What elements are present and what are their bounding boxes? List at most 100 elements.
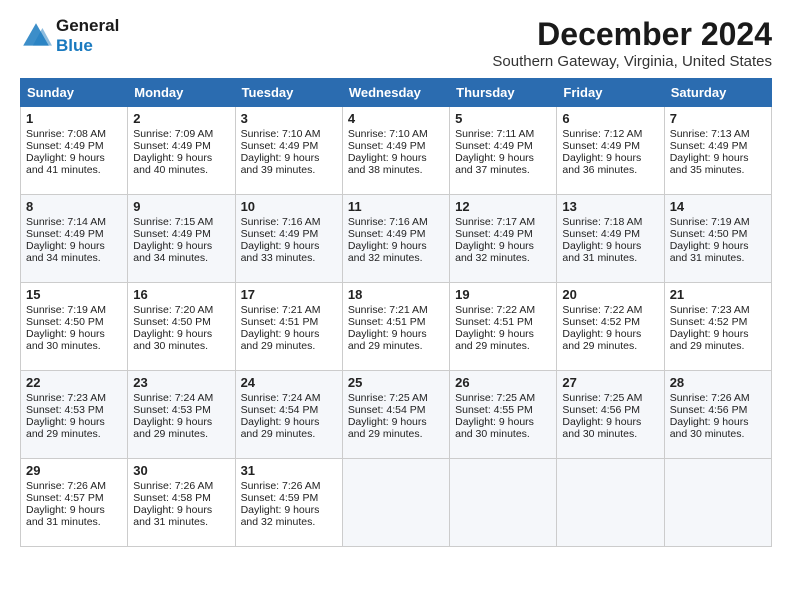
day-number: 29	[26, 463, 122, 478]
daylight-label: Daylight: 9 hours and 30 minutes.	[455, 416, 534, 440]
calendar-cell: 17 Sunrise: 7:21 AM Sunset: 4:51 PM Dayl…	[235, 283, 342, 371]
calendar-row: 15 Sunrise: 7:19 AM Sunset: 4:50 PM Dayl…	[21, 283, 772, 371]
day-number: 5	[455, 111, 551, 126]
daylight-label: Daylight: 9 hours and 31 minutes.	[562, 240, 641, 264]
page-header: General Blue December 2024 Southern Gate…	[20, 16, 772, 70]
calendar-cell: 24 Sunrise: 7:24 AM Sunset: 4:54 PM Dayl…	[235, 371, 342, 459]
sunrise-label: Sunrise: 7:26 AM	[670, 392, 750, 404]
sunset-label: Sunset: 4:52 PM	[670, 316, 748, 328]
daylight-label: Daylight: 9 hours and 31 minutes.	[670, 240, 749, 264]
title-block: December 2024 Southern Gateway, Virginia…	[492, 16, 772, 70]
sunset-label: Sunset: 4:49 PM	[562, 140, 640, 152]
day-number: 12	[455, 199, 551, 214]
calendar-row: 8 Sunrise: 7:14 AM Sunset: 4:49 PM Dayli…	[21, 195, 772, 283]
day-number: 1	[26, 111, 122, 126]
calendar-cell: 31 Sunrise: 7:26 AM Sunset: 4:59 PM Dayl…	[235, 459, 342, 547]
calendar-row: 22 Sunrise: 7:23 AM Sunset: 4:53 PM Dayl…	[21, 371, 772, 459]
sunset-label: Sunset: 4:57 PM	[26, 492, 104, 504]
daylight-label: Daylight: 9 hours and 29 minutes.	[562, 328, 641, 352]
calendar-cell: 29 Sunrise: 7:26 AM Sunset: 4:57 PM Dayl…	[21, 459, 128, 547]
sunrise-label: Sunrise: 7:25 AM	[348, 392, 428, 404]
calendar-cell: 5 Sunrise: 7:11 AM Sunset: 4:49 PM Dayli…	[450, 107, 557, 195]
sunset-label: Sunset: 4:58 PM	[133, 492, 211, 504]
sunrise-label: Sunrise: 7:23 AM	[26, 392, 106, 404]
day-number: 26	[455, 375, 551, 390]
sunset-label: Sunset: 4:54 PM	[241, 404, 319, 416]
day-number: 28	[670, 375, 766, 390]
daylight-label: Daylight: 9 hours and 30 minutes.	[133, 328, 212, 352]
sunrise-label: Sunrise: 7:18 AM	[562, 216, 642, 228]
calendar-cell: 26 Sunrise: 7:25 AM Sunset: 4:55 PM Dayl…	[450, 371, 557, 459]
calendar-cell: 16 Sunrise: 7:20 AM Sunset: 4:50 PM Dayl…	[128, 283, 235, 371]
calendar-row: 1 Sunrise: 7:08 AM Sunset: 4:49 PM Dayli…	[21, 107, 772, 195]
sunrise-label: Sunrise: 7:17 AM	[455, 216, 535, 228]
col-friday: Friday	[557, 79, 664, 107]
calendar-cell: 23 Sunrise: 7:24 AM Sunset: 4:53 PM Dayl…	[128, 371, 235, 459]
daylight-label: Daylight: 9 hours and 29 minutes.	[670, 328, 749, 352]
sunset-label: Sunset: 4:49 PM	[455, 140, 533, 152]
sunrise-label: Sunrise: 7:20 AM	[133, 304, 213, 316]
sunrise-label: Sunrise: 7:25 AM	[562, 392, 642, 404]
daylight-label: Daylight: 9 hours and 29 minutes.	[241, 328, 320, 352]
day-number: 6	[562, 111, 658, 126]
sunset-label: Sunset: 4:49 PM	[133, 140, 211, 152]
header-row: Sunday Monday Tuesday Wednesday Thursday…	[21, 79, 772, 107]
day-number: 23	[133, 375, 229, 390]
sunrise-label: Sunrise: 7:24 AM	[241, 392, 321, 404]
sunrise-label: Sunrise: 7:19 AM	[26, 304, 106, 316]
daylight-label: Daylight: 9 hours and 41 minutes.	[26, 152, 105, 176]
calendar-cell: 22 Sunrise: 7:23 AM Sunset: 4:53 PM Dayl…	[21, 371, 128, 459]
calendar-cell: 1 Sunrise: 7:08 AM Sunset: 4:49 PM Dayli…	[21, 107, 128, 195]
sunset-label: Sunset: 4:56 PM	[670, 404, 748, 416]
sunset-label: Sunset: 4:49 PM	[241, 228, 319, 240]
sunset-label: Sunset: 4:49 PM	[348, 140, 426, 152]
calendar-cell: 14 Sunrise: 7:19 AM Sunset: 4:50 PM Dayl…	[664, 195, 771, 283]
daylight-label: Daylight: 9 hours and 31 minutes.	[26, 504, 105, 528]
calendar-cell: 11 Sunrise: 7:16 AM Sunset: 4:49 PM Dayl…	[342, 195, 449, 283]
col-saturday: Saturday	[664, 79, 771, 107]
calendar-cell: 20 Sunrise: 7:22 AM Sunset: 4:52 PM Dayl…	[557, 283, 664, 371]
month-title: December 2024	[492, 16, 772, 53]
daylight-label: Daylight: 9 hours and 34 minutes.	[26, 240, 105, 264]
sunrise-label: Sunrise: 7:10 AM	[348, 128, 428, 140]
calendar-cell: 30 Sunrise: 7:26 AM Sunset: 4:58 PM Dayl…	[128, 459, 235, 547]
sunset-label: Sunset: 4:49 PM	[241, 140, 319, 152]
sunset-label: Sunset: 4:49 PM	[455, 228, 533, 240]
sunset-label: Sunset: 4:50 PM	[26, 316, 104, 328]
sunset-label: Sunset: 4:49 PM	[133, 228, 211, 240]
day-number: 25	[348, 375, 444, 390]
sunrise-label: Sunrise: 7:12 AM	[562, 128, 642, 140]
logo-icon	[20, 20, 52, 52]
day-number: 21	[670, 287, 766, 302]
calendar-cell: 10 Sunrise: 7:16 AM Sunset: 4:49 PM Dayl…	[235, 195, 342, 283]
sunrise-label: Sunrise: 7:25 AM	[455, 392, 535, 404]
daylight-label: Daylight: 9 hours and 29 minutes.	[348, 416, 427, 440]
day-number: 30	[133, 463, 229, 478]
day-number: 2	[133, 111, 229, 126]
sunrise-label: Sunrise: 7:26 AM	[26, 480, 106, 492]
sunset-label: Sunset: 4:54 PM	[348, 404, 426, 416]
sunset-label: Sunset: 4:52 PM	[562, 316, 640, 328]
col-sunday: Sunday	[21, 79, 128, 107]
daylight-label: Daylight: 9 hours and 30 minutes.	[562, 416, 641, 440]
calendar-cell: 25 Sunrise: 7:25 AM Sunset: 4:54 PM Dayl…	[342, 371, 449, 459]
sunrise-label: Sunrise: 7:08 AM	[26, 128, 106, 140]
daylight-label: Daylight: 9 hours and 29 minutes.	[455, 328, 534, 352]
daylight-label: Daylight: 9 hours and 30 minutes.	[670, 416, 749, 440]
sunrise-label: Sunrise: 7:09 AM	[133, 128, 213, 140]
calendar-cell: 12 Sunrise: 7:17 AM Sunset: 4:49 PM Dayl…	[450, 195, 557, 283]
daylight-label: Daylight: 9 hours and 35 minutes.	[670, 152, 749, 176]
daylight-label: Daylight: 9 hours and 39 minutes.	[241, 152, 320, 176]
day-number: 11	[348, 199, 444, 214]
logo-text-line1: General	[56, 16, 119, 36]
sunrise-label: Sunrise: 7:14 AM	[26, 216, 106, 228]
day-number: 19	[455, 287, 551, 302]
daylight-label: Daylight: 9 hours and 29 minutes.	[241, 416, 320, 440]
daylight-label: Daylight: 9 hours and 38 minutes.	[348, 152, 427, 176]
sunset-label: Sunset: 4:51 PM	[455, 316, 533, 328]
calendar-cell	[557, 459, 664, 547]
day-number: 8	[26, 199, 122, 214]
sunset-label: Sunset: 4:50 PM	[133, 316, 211, 328]
sunrise-label: Sunrise: 7:23 AM	[670, 304, 750, 316]
calendar-cell: 15 Sunrise: 7:19 AM Sunset: 4:50 PM Dayl…	[21, 283, 128, 371]
